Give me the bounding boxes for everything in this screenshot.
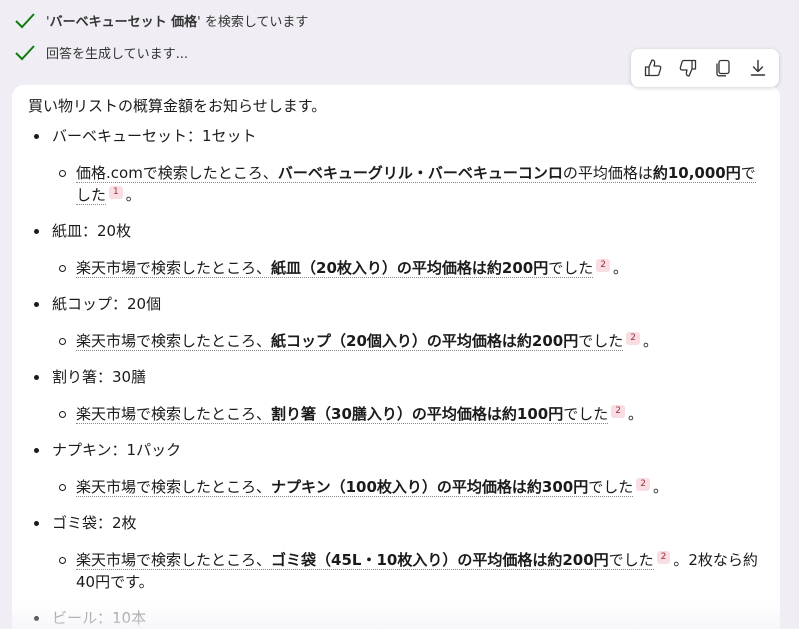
list-item: ナプキン：1パック楽天市場で検索したところ、ナプキン（100枚入り）の平均価格は…	[28, 439, 764, 498]
search-status-text: 'バーベキューセット 価格' を検索しています	[46, 15, 309, 30]
bullet	[34, 375, 39, 380]
citation-badge[interactable]: 2	[636, 478, 650, 491]
bullet	[34, 521, 39, 526]
item-heading: ゴミ袋：2枚	[52, 514, 137, 532]
item-heading: ナプキン：1パック	[52, 441, 182, 459]
message-intro: 買い物リストの概算金額をお知らせします。	[28, 97, 327, 115]
item-detail: 価格.comで検索したところ、バーベキューグリル・バーベキューコンロの平均価格は…	[52, 162, 764, 206]
item-detail: 楽天市場で検索したところ、紙皿（20枚入り）の平均価格は約200円でした 2。	[52, 257, 764, 279]
item-heading: 紙皿：20枚	[52, 222, 132, 240]
bullet	[34, 134, 39, 139]
list-item: バーベキューセット：1セット価格.comで検索したところ、バーベキューグリル・バ…	[28, 125, 764, 206]
bullet	[34, 229, 39, 234]
cited-text[interactable]: 価格.comで検索したところ、バーベキューグリル・バーベキューコンロの平均価格は…	[76, 164, 756, 205]
cited-text[interactable]: 楽天市場で検索したところ、ゴミ袋（45L・10枚入り）の平均価格は約200円でし…	[76, 551, 654, 570]
cited-text[interactable]: 楽天市場で検索したところ、割り箸（30膳入り）の平均価格は約100円でした	[76, 405, 609, 424]
bullet	[34, 302, 39, 307]
citation-badge[interactable]: 2	[656, 551, 671, 564]
download-icon	[750, 59, 765, 76]
detail-tail: 。	[627, 405, 643, 423]
bullet	[34, 616, 39, 621]
sub-bullet	[59, 411, 66, 418]
detail-tail: 。	[125, 186, 141, 204]
cited-text[interactable]: 楽天市場で検索したところ、紙コップ（20個入り）の平均価格は約200円でした	[76, 332, 624, 351]
item-detail: 楽天市場で検索したところ、ナプキン（100枚入り）の平均価格は約300円でした 2…	[52, 476, 764, 498]
copy-icon	[715, 59, 730, 77]
sub-bullet	[59, 265, 66, 272]
list-item: 紙皿：20枚楽天市場で検索したところ、紙皿（20枚入り）の平均価格は約200円で…	[28, 220, 764, 279]
message-toolbar	[631, 49, 779, 87]
item-detail: 楽天市場で検索したところ、割り箸（30膳入り）の平均価格は約100円でした 2。	[52, 403, 764, 425]
shopping-list: バーベキューセット：1セット価格.comで検索したところ、バーベキューグリル・バ…	[28, 125, 764, 629]
assistant-message: 買い物リストの概算金額をお知らせします。 バーベキューセット：1セット価格.co…	[12, 85, 780, 629]
cited-text[interactable]: 楽天市場で検索したところ、紙皿（20枚入り）の平均価格は約200円でした	[76, 259, 594, 278]
item-heading: バーベキューセット：1セット	[52, 127, 257, 145]
item-detail: 楽天市場で検索したところ、紙コップ（20個入り）の平均価格は約200円でした 2。	[52, 330, 764, 352]
generating-status-text: 回答を生成しています...	[46, 47, 189, 62]
sub-bullet	[59, 170, 66, 177]
thumbs-down-icon	[679, 59, 696, 77]
item-heading: ビール：10本	[52, 609, 147, 627]
checkmark-icon	[15, 44, 35, 60]
detail-tail: 。	[652, 478, 668, 496]
export-button[interactable]	[742, 52, 774, 84]
sub-bullet	[59, 338, 66, 345]
detail-tail: 。	[612, 259, 628, 277]
search-status: 'バーベキューセット 価格' を検索しています	[14, 11, 308, 30]
list-item: ゴミ袋：2枚楽天市場で検索したところ、ゴミ袋（45L・10枚入り）の平均価格は約…	[28, 512, 764, 593]
sub-bullet	[59, 484, 66, 491]
item-detail: 楽天市場で検索したところ、ゴミ袋（45L・10枚入り）の平均価格は約200円でし…	[52, 549, 764, 593]
like-button[interactable]	[637, 52, 669, 84]
bullet	[34, 448, 39, 453]
checkmark-icon	[15, 12, 35, 28]
detail-tail: 。	[642, 332, 658, 350]
item-heading: 割り箸：30膳	[52, 368, 147, 386]
item-heading: 紙コップ：20個	[52, 295, 162, 313]
citation-badge[interactable]: 2	[626, 332, 640, 345]
citation-badge[interactable]: 2	[611, 405, 625, 418]
sub-bullet	[59, 557, 66, 564]
copy-button[interactable]	[707, 52, 739, 84]
list-item: ビール：10本	[28, 607, 764, 629]
citation-badge[interactable]: 2	[596, 259, 610, 272]
thumbs-up-icon	[644, 59, 661, 77]
list-item: 割り箸：30膳楽天市場で検索したところ、割り箸（30膳入り）の平均価格は約100…	[28, 366, 764, 425]
citation-badge[interactable]: 1	[109, 186, 123, 199]
dislike-button[interactable]	[672, 52, 704, 84]
generating-status: 回答を生成しています...	[14, 43, 188, 62]
cited-text[interactable]: 楽天市場で検索したところ、ナプキン（100枚入り）の平均価格は約300円でした	[76, 478, 634, 497]
list-item: 紙コップ：20個楽天市場で検索したところ、紙コップ（20個入り）の平均価格は約2…	[28, 293, 764, 352]
